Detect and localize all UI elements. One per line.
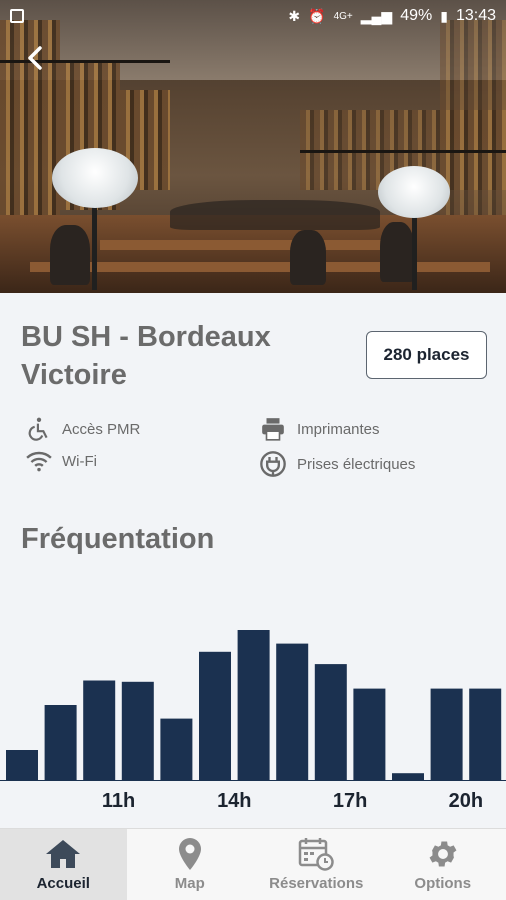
- battery-icon: ▮: [440, 7, 448, 24]
- clock: 13:43: [455, 7, 496, 24]
- nav-label: Map: [174, 875, 205, 892]
- feature-label: Wi-Fi: [62, 452, 97, 470]
- nav-item-map[interactable]: Map: [127, 829, 254, 900]
- library-name: BU SH - Bordeaux Victoire: [21, 321, 271, 391]
- chart-tick-label: 11h: [102, 790, 135, 812]
- gear-icon: [429, 841, 457, 867]
- chart-bar: [83, 680, 116, 780]
- chart-bar: [199, 651, 231, 780]
- nav-item-reservations[interactable]: Réservations: [253, 829, 380, 900]
- chart-bar: [392, 773, 424, 780]
- feature-accessibility: Accès PMR: [26, 416, 140, 442]
- chart-tick-label: 14h: [217, 790, 251, 812]
- chart-tick-label: 20h: [449, 790, 483, 812]
- chart-tick-label: 17h: [333, 790, 367, 812]
- status-bar: ✱ ⏰ 4G+ ▂▄▆ 49% ▮ 13:43: [0, 0, 506, 34]
- feature-outlets: Prises électriques: [259, 450, 415, 478]
- wifi-icon: [26, 451, 52, 472]
- chart-bar: [314, 664, 347, 780]
- bottom-navigation: Accueil Map Réservations Options: [0, 828, 506, 900]
- chart-canvas: 11h 14h 17h 20h: [0, 630, 506, 812]
- nav-label: Options: [414, 875, 472, 892]
- library-photo: [0, 0, 506, 293]
- feature-label: Accès PMR: [62, 420, 141, 438]
- plug-icon: [260, 451, 286, 477]
- chevron-left-icon: [28, 46, 42, 70]
- chart-bar: [469, 688, 502, 780]
- chart-bar: [430, 688, 463, 780]
- chart-bar: [6, 750, 38, 780]
- frequentation-chart: 11h 14h 17h 20h: [0, 600, 506, 828]
- alarm-icon: ⏰: [308, 7, 326, 24]
- back-button[interactable]: [24, 44, 60, 80]
- feature-label: Imprimantes: [297, 420, 380, 438]
- network-type: 4G+: [333, 10, 353, 22]
- feature-label: Prises électriques: [297, 455, 416, 473]
- home-icon: [46, 840, 81, 868]
- nav-label: Accueil: [36, 875, 90, 892]
- chart-bar: [276, 643, 309, 780]
- map-pin-icon: [178, 838, 201, 870]
- nav-item-accueil[interactable]: Accueil: [0, 829, 127, 900]
- chart-bar: [121, 681, 154, 780]
- frequentation-title: Fréquentation: [21, 523, 215, 555]
- places-badge: 280 places: [366, 331, 487, 379]
- chart-bar: [160, 718, 193, 780]
- battery-percent: 49%: [400, 7, 433, 24]
- calendar-clock-icon: [299, 838, 334, 871]
- chart-bar: [44, 705, 77, 780]
- nav-label: Réservations: [269, 875, 364, 892]
- signal-icon: ▂▄▆: [360, 7, 393, 24]
- chart-bar: [353, 688, 386, 780]
- wheelchair-icon: [28, 417, 48, 441]
- printer-icon: [262, 418, 284, 441]
- chart-bar: [237, 630, 270, 780]
- nav-item-options[interactable]: Options: [380, 829, 506, 900]
- bluetooth-icon: ✱: [288, 7, 301, 24]
- feature-printers: Imprimantes: [259, 416, 380, 442]
- gallery-notification-icon: [10, 9, 24, 23]
- feature-wifi: Wi-Fi: [26, 450, 97, 472]
